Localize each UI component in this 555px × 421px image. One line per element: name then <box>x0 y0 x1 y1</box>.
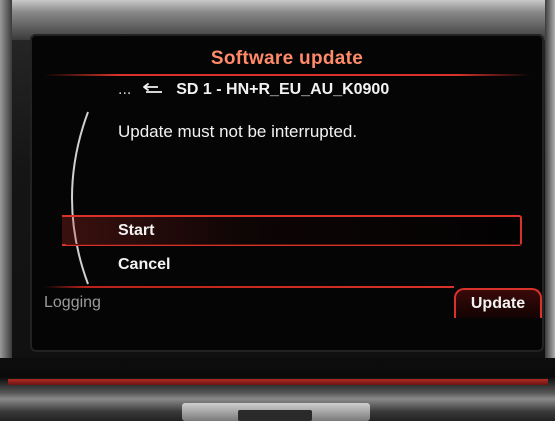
back-arrow-icon <box>142 81 164 95</box>
scroll-arc <box>71 111 89 285</box>
source-path-label: SD 1 - HN+R_EU_AU_K0900 <box>176 81 390 98</box>
dashboard-trim <box>8 379 548 385</box>
source-path-row[interactable]: ... SD 1 - HN+R_EU_AU_K0900 <box>118 81 389 105</box>
tab-update[interactable]: Update <box>454 288 542 318</box>
screen-title: Software update <box>210 48 364 69</box>
start-option-highlight[interactable]: Start <box>62 215 522 246</box>
option-divider <box>66 244 522 245</box>
cancel-option[interactable]: Cancel <box>118 256 170 274</box>
path-ellipsis: ... <box>118 81 132 98</box>
warning-message: Update must not be interrupted. <box>118 122 358 141</box>
dashboard-slot-opening <box>238 410 312 421</box>
start-option[interactable]: Start <box>118 222 154 240</box>
infotainment-screen: Software update ... SD 1 - HN+R_EU_AU_K0… <box>30 34 544 352</box>
tab-logging[interactable]: Logging <box>44 294 101 312</box>
footer-divider <box>44 286 454 288</box>
title-divider <box>44 74 530 76</box>
tab-update-label: Update <box>470 295 526 312</box>
